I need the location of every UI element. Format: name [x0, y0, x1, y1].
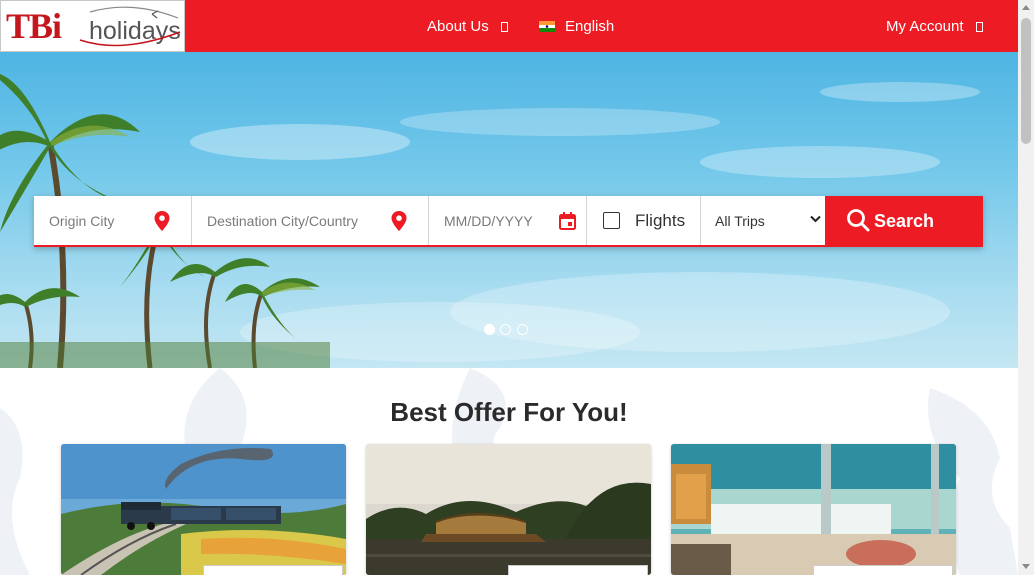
scroll-down-arrow-icon[interactable]	[1022, 564, 1030, 569]
india-flag-icon	[539, 21, 555, 32]
houseboat-image	[366, 444, 651, 575]
scroll-up-arrow-icon[interactable]	[1022, 5, 1030, 10]
trip-type-select[interactable]: All Trips	[701, 196, 825, 245]
language-label: English	[565, 18, 615, 35]
tbi-holidays-logo[interactable]: TBi holidays	[0, 0, 185, 52]
offers-heading: Best Offer For You!	[390, 397, 628, 427]
search-button[interactable]: Search	[825, 196, 983, 245]
search-icon	[847, 209, 870, 232]
beach-cafe-image	[671, 444, 956, 575]
trip-search-bar: Origin City Destination City/Country MM/…	[34, 196, 983, 247]
dropdown-icon	[975, 21, 983, 32]
destination-field[interactable]: Destination City/Country	[192, 196, 429, 245]
location-pin-icon	[154, 211, 170, 231]
carousel-dot-3[interactable]	[517, 324, 528, 335]
nav-my-account[interactable]: My Account	[886, 18, 983, 35]
dropdown-icon	[500, 21, 508, 32]
flights-checkbox[interactable]	[603, 212, 620, 229]
top-header: TBi holidays About Us English My Account	[0, 0, 1018, 52]
carousel-dot-1[interactable]	[484, 324, 495, 335]
origin-city-field[interactable]: Origin City	[34, 196, 192, 245]
search-button-label: Search	[874, 211, 935, 231]
scroll-thumb[interactable]	[1021, 18, 1031, 144]
offer-card-tag	[203, 565, 343, 575]
location-pin-icon	[391, 211, 407, 231]
origin-city-placeholder: Origin City	[49, 213, 115, 229]
offer-card-3[interactable]	[671, 444, 956, 575]
flights-option[interactable]: Flights	[587, 196, 701, 245]
travel-date-placeholder: MM/DD/YYYY	[444, 213, 533, 229]
carousel-dot-2[interactable]	[500, 324, 511, 335]
nav-account-label: My Account	[886, 18, 964, 35]
page-scrollbar[interactable]	[1018, 0, 1034, 575]
offer-card-tag	[813, 565, 953, 575]
flights-label: Flights	[635, 211, 686, 230]
logo-swoosh-icon	[79, 6, 181, 47]
offer-card-2[interactable]	[366, 444, 651, 575]
language-selector[interactable]: English	[539, 18, 614, 35]
nav-about-label: About Us	[427, 18, 489, 35]
nav-about-us[interactable]: About Us	[427, 18, 508, 35]
destination-placeholder: Destination City/Country	[207, 213, 358, 229]
calendar-icon[interactable]	[559, 212, 576, 230]
chevron-down-icon	[810, 215, 821, 223]
toy-train-image	[61, 444, 346, 575]
offer-card-tag	[508, 565, 648, 575]
trip-type-value: All Trips	[715, 213, 765, 229]
travel-date-field[interactable]: MM/DD/YYYY	[429, 196, 587, 245]
offer-card-1[interactable]	[61, 444, 346, 575]
